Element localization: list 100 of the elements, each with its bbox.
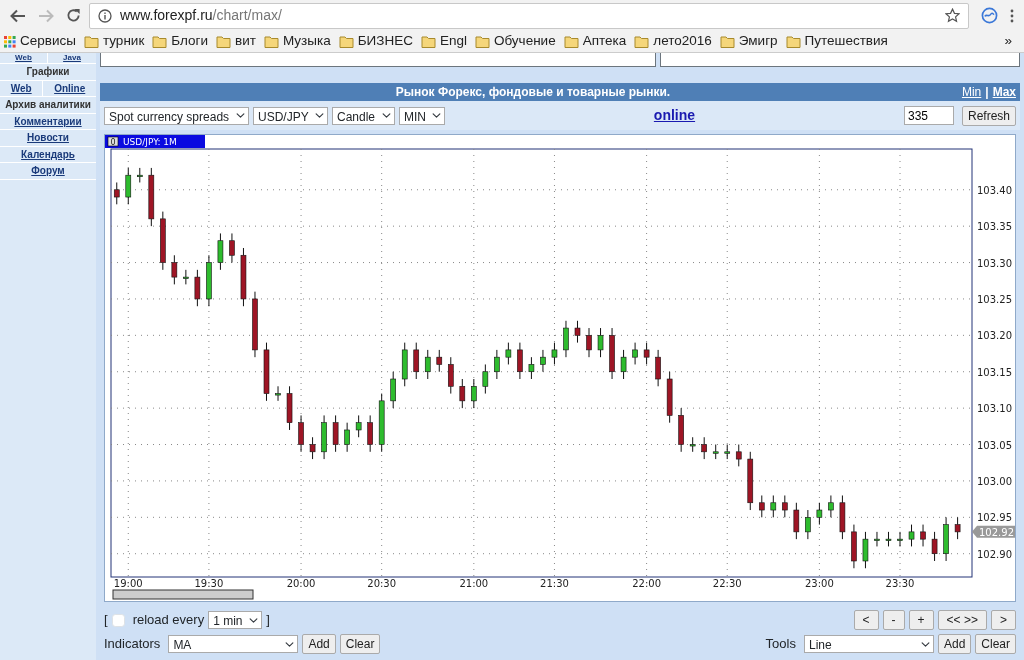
sidebar-link[interactable]: Комментарии (14, 115, 82, 127)
candle (424, 349, 431, 380)
y-axis-label: 103.05 (977, 439, 1012, 451)
y-axis-label: 103.30 (977, 257, 1012, 269)
nav-button[interactable]: < (853, 610, 879, 630)
tools-dropdown[interactable]: Line (803, 635, 934, 653)
candle (286, 385, 293, 431)
folder-icon (785, 35, 801, 48)
dropdown[interactable]: MIN (399, 106, 445, 125)
candle (229, 232, 235, 264)
folder-icon (338, 35, 354, 48)
online-link[interactable]: online (653, 107, 696, 123)
nav-button[interactable]: - (882, 610, 905, 630)
bracket: ] (266, 611, 270, 630)
candle (275, 385, 281, 402)
dropdown[interactable]: Candle (332, 106, 395, 125)
sidebar-link[interactable]: Новости (27, 132, 69, 143)
sidebar-link[interactable]: Web (15, 53, 32, 62)
add-button[interactable]: Add (937, 634, 972, 654)
sidebar-link[interactable]: Форум (31, 165, 65, 176)
last-price-marker: 102.92 (972, 525, 1015, 538)
sidebar-link[interactable]: Календарь (21, 148, 75, 160)
bracket: [ (104, 611, 108, 630)
bookmark[interactable]: Путешествия (785, 31, 888, 52)
candle (759, 495, 765, 518)
reload-checkbox[interactable] (111, 613, 125, 627)
reload-label: reload every (132, 611, 205, 630)
sidebar-link[interactable]: Web (10, 82, 32, 94)
size-link[interactable]: Max (992, 83, 1016, 101)
x-axis-label: 20:00 (286, 578, 316, 589)
menu-icon[interactable] (1010, 8, 1014, 23)
y-axis-label: 103.20 (977, 330, 1012, 342)
interval-dropdown[interactable]: 1 min (208, 611, 263, 629)
candle (712, 444, 719, 460)
apps-icon (4, 35, 16, 48)
candle (217, 232, 224, 271)
candle (448, 356, 454, 395)
dropdown[interactable]: Spot currency spreads (104, 106, 249, 125)
bookmark[interactable]: лето2016 (634, 31, 712, 52)
x-axis-label: 21:00 (459, 578, 489, 589)
bookmark[interactable]: вит (216, 31, 256, 52)
candle (413, 342, 420, 380)
scrollbar[interactable] (112, 589, 254, 600)
candle (747, 451, 754, 511)
candle (897, 531, 903, 547)
star-icon[interactable] (945, 8, 960, 23)
bookmark[interactable]: Engl (420, 31, 467, 52)
bookmark[interactable]: Блоги (152, 31, 208, 52)
candle (528, 356, 535, 380)
info-icon (98, 8, 112, 23)
candle (125, 167, 132, 205)
folder-icon (563, 35, 579, 48)
candle (194, 269, 201, 307)
y-axis-label: 103.15 (977, 366, 1012, 378)
clear-button[interactable]: Clear (339, 634, 381, 654)
candle (505, 342, 512, 365)
candle (839, 495, 846, 540)
count-field[interactable]: 335 (903, 106, 954, 125)
y-axis-label: 103.00 (977, 475, 1012, 487)
address-bar[interactable]: www.forexpf.ru/chart/max/ (89, 2, 969, 29)
refresh-button[interactable]: Refresh (961, 105, 1016, 126)
indicators-label: Indicators (104, 635, 161, 654)
candle (367, 414, 373, 453)
candle (643, 342, 650, 365)
bookmark[interactable]: Аптека (563, 31, 627, 52)
candle (309, 436, 316, 460)
bookmark[interactable]: Сервисы (4, 31, 76, 52)
bookmark[interactable]: БИЗНЕС (338, 31, 413, 52)
bookmark[interactable]: Эмигр (719, 31, 778, 52)
candle (908, 524, 915, 547)
add-button[interactable]: Add (302, 634, 336, 654)
candle (701, 436, 707, 460)
candle (332, 414, 339, 453)
more-bookmarks-button[interactable]: » (1004, 31, 1012, 52)
candle (540, 349, 546, 373)
panel-title: Рынок Форекс, фондовые и товарные рынки. (394, 84, 672, 101)
nav-button[interactable]: << >> (937, 610, 987, 630)
clear-button[interactable]: Clear (975, 634, 1016, 654)
candle (517, 342, 523, 380)
candle (171, 254, 178, 285)
x-axis-label: 19:30 (194, 578, 224, 589)
extension-icon[interactable] (981, 7, 998, 24)
candle (137, 167, 143, 183)
separator: | (985, 84, 989, 101)
nav-button[interactable]: > (991, 610, 1016, 630)
nav-button[interactable]: + (908, 610, 934, 630)
indicators-dropdown[interactable]: MA (168, 635, 299, 653)
sidebar-link[interactable]: Java (63, 53, 81, 62)
candle (943, 516, 949, 562)
x-axis-label: 23:30 (885, 578, 915, 589)
bookmark[interactable]: Обучение (474, 31, 556, 52)
size-link[interactable]: Min (961, 83, 982, 101)
bookmark[interactable]: Музыка (263, 31, 331, 52)
folder-icon (263, 35, 279, 48)
candle (735, 444, 742, 467)
sidebar-link[interactable]: Online (54, 82, 86, 94)
dropdown[interactable]: USD/JPY (253, 106, 328, 125)
candle (551, 342, 558, 365)
bookmark[interactable]: турник (83, 31, 145, 52)
candle (183, 269, 189, 285)
